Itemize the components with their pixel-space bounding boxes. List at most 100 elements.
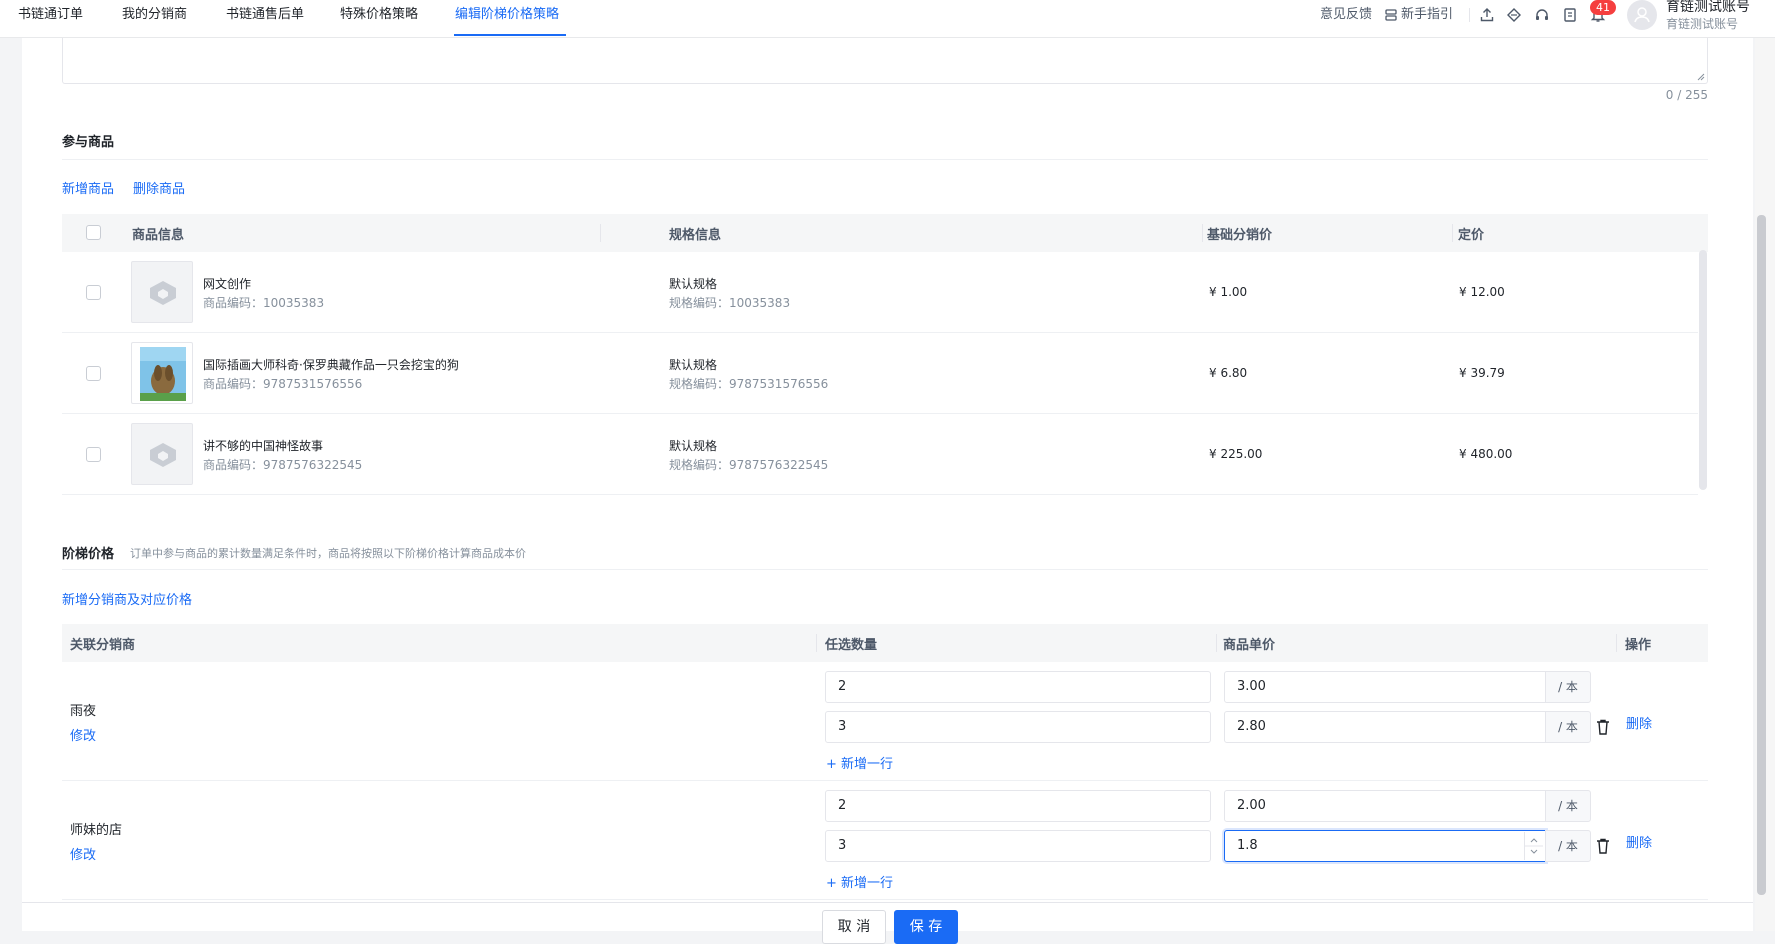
user-account: 育链测试账号 — [1666, 17, 1739, 31]
section-divider — [62, 569, 1708, 570]
add-row-link[interactable]: + 新增一行 — [826, 753, 893, 772]
tab-orders[interactable]: 书链通订单 — [18, 0, 83, 38]
row-checkbox[interactable] — [86, 285, 101, 300]
save-button[interactable]: 保 存 — [894, 910, 958, 944]
feedback-link[interactable]: 意见反馈 — [1320, 5, 1372, 25]
trash-icon[interactable] — [1596, 838, 1610, 854]
delete-tier-link[interactable]: 删除 — [1626, 832, 1652, 851]
list-price: ¥ 12.00 — [1459, 285, 1505, 299]
cancel-button[interactable]: 取 消 — [822, 910, 886, 944]
col-distributor: 关联分销商 — [70, 638, 136, 653]
product-image-placeholder — [131, 261, 193, 323]
col-separator — [1202, 224, 1203, 242]
spec-code: 规格编码：10035383 — [669, 296, 791, 310]
guide-link[interactable]: 新手指引 — [1401, 5, 1453, 25]
guide-icon — [1384, 7, 1400, 23]
col-separator — [1616, 634, 1617, 652]
unit-suffix: / 本 — [1545, 711, 1591, 743]
edit-distributor-link[interactable]: 修改 — [70, 844, 96, 863]
tier-section-desc: 订单中参与商品的累计数量满足条件时，商品将按照以下阶梯价格计算商品成本价 — [130, 547, 526, 560]
products-section-title: 参与商品 — [62, 135, 115, 150]
list-price: ¥ 480.00 — [1459, 447, 1513, 461]
edit-distributor-link[interactable]: 修改 — [70, 725, 96, 744]
product-name: 讲不够的中国神怪故事 — [203, 439, 324, 453]
tab-my-distributors[interactable]: 我的分销商 — [122, 0, 187, 38]
base-price: ¥ 1.00 — [1209, 285, 1248, 299]
row-checkbox[interactable] — [86, 447, 101, 462]
col-separator — [816, 634, 817, 652]
page-scroll-thumb[interactable] — [1757, 215, 1766, 895]
book-cover-icon — [140, 347, 186, 401]
delete-tier-link[interactable]: 删除 — [1626, 713, 1652, 732]
remark-textarea[interactable] — [62, 38, 1708, 84]
col-list-price: 定价 — [1458, 228, 1485, 243]
distributor-name: 师妹的店 — [70, 823, 123, 838]
quantity-input[interactable]: 3 — [825, 830, 1211, 862]
product-code: 商品编码：9787576322545 — [203, 458, 363, 472]
col-product-info: 商品信息 — [132, 228, 185, 243]
table-row: 讲不够的中国神怪故事 商品编码：9787576322545 默认规格 规格编码：… — [62, 414, 1698, 495]
col-separator — [600, 224, 601, 242]
tab-edit-tier-price[interactable]: 编辑阶梯价格策略 — [455, 0, 559, 38]
section-divider — [62, 159, 1708, 160]
unit-suffix: / 本 — [1545, 830, 1591, 862]
footer-bar — [22, 902, 1753, 931]
spec-code: 规格编码：9787576322545 — [669, 458, 829, 472]
quantity-input[interactable]: 2 — [825, 671, 1211, 703]
user-name[interactable]: 育链测试账号 — [1666, 0, 1750, 16]
quantity-input[interactable]: 2 — [825, 790, 1211, 822]
unit-price-input[interactable]: 2.00 — [1224, 790, 1546, 822]
diamond-icon[interactable] — [1506, 7, 1522, 23]
list-price: ¥ 39.79 — [1459, 366, 1505, 380]
avatar[interactable] — [1627, 0, 1657, 30]
product-code: 商品编码：9787531576556 — [203, 377, 363, 391]
unit-suffix: / 本 — [1545, 671, 1591, 703]
spec-code: 规格编码：9787531576556 — [669, 377, 829, 391]
active-tab-indicator — [454, 34, 566, 36]
quantity-input[interactable]: 3 — [825, 711, 1211, 743]
col-separator — [1216, 634, 1217, 652]
add-product-link[interactable]: 新增商品 — [62, 178, 114, 197]
product-name: 网文创作 — [203, 277, 252, 291]
tab-special-price[interactable]: 特殊价格策略 — [340, 0, 418, 38]
add-row-link[interactable]: + 新增一行 — [826, 872, 893, 891]
base-price: ¥ 6.80 — [1209, 366, 1248, 380]
col-unit-price: 商品单价 — [1223, 638, 1276, 653]
products-table-header: 商品信息 规格信息 基础分销价 定价 — [62, 214, 1708, 252]
distributor-name: 雨夜 — [70, 704, 97, 719]
product-image-placeholder — [131, 423, 193, 485]
spec-name: 默认规格 — [669, 358, 718, 372]
remove-product-link[interactable]: 删除商品 — [133, 178, 185, 197]
row-checkbox[interactable] — [86, 366, 101, 381]
spec-name: 默认规格 — [669, 277, 718, 291]
image-placeholder-icon — [150, 281, 176, 305]
nav-divider — [1469, 8, 1470, 22]
tier-table-header: 关联分销商 任选数量 商品单价 操作 — [62, 624, 1708, 662]
number-stepper[interactable] — [1524, 832, 1543, 860]
user-icon — [1634, 7, 1650, 23]
upload-icon[interactable] — [1479, 7, 1495, 23]
table-row: 网文创作 商品编码：10035383 默认规格 规格编码：10035383 ¥ … — [62, 252, 1698, 333]
add-distributor-link[interactable]: 新增分销商及对应价格 — [62, 589, 192, 608]
tier-section-title: 阶梯价格 — [62, 547, 115, 562]
resize-handle-icon[interactable] — [1697, 73, 1705, 81]
image-placeholder-icon — [150, 443, 176, 467]
col-spec-info: 规格信息 — [669, 228, 722, 243]
unit-price-input-focused[interactable]: 1.8 — [1224, 830, 1546, 862]
product-code: 商品编码：10035383 — [203, 296, 325, 310]
table-row: 国际插画大师科奇·保罗典藏作品一只会挖宝的狗 商品编码：978753157655… — [62, 333, 1698, 414]
document-icon[interactable] — [1562, 7, 1578, 23]
top-nav-bar: 书链通订单 我的分销商 书链通售后单 特殊价格策略 编辑阶梯价格策略 意见反馈 … — [0, 0, 1775, 38]
unit-price-input[interactable]: 3.00 — [1224, 671, 1546, 703]
col-action: 操作 — [1625, 638, 1652, 653]
select-all-checkbox[interactable] — [86, 225, 101, 240]
unit-price-input[interactable]: 2.80 — [1224, 711, 1546, 743]
spec-name: 默认规格 — [669, 439, 718, 453]
table-scrollbar[interactable] — [1699, 250, 1707, 490]
tab-after-sales[interactable]: 书链通售后单 — [226, 0, 304, 38]
notification-badge: 41 — [1590, 0, 1616, 15]
col-quantity: 任选数量 — [825, 638, 878, 653]
product-name: 国际插画大师科奇·保罗典藏作品一只会挖宝的狗 — [203, 358, 459, 372]
trash-icon[interactable] — [1596, 719, 1610, 735]
headset-icon[interactable] — [1534, 7, 1550, 23]
